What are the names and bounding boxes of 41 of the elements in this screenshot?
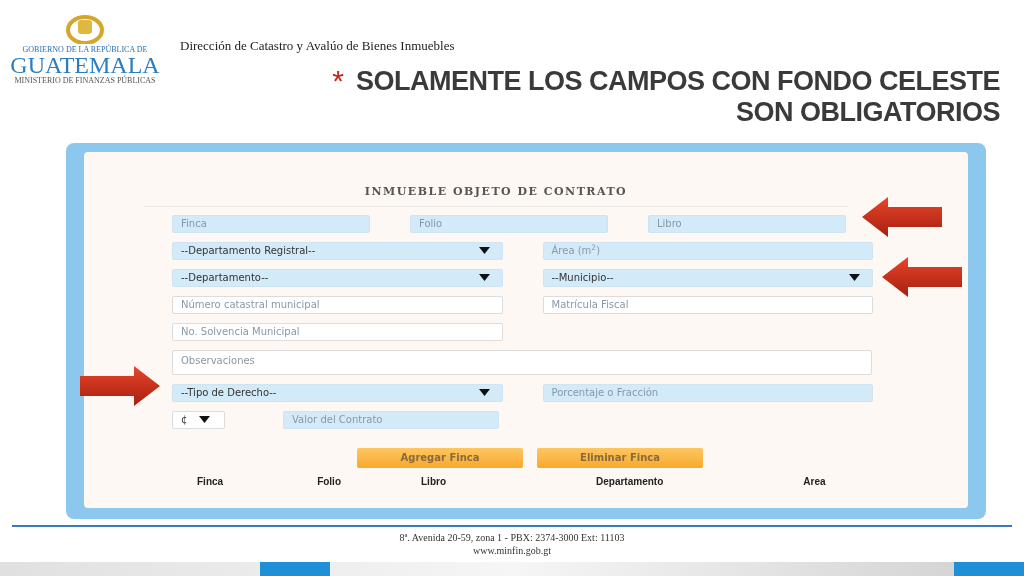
footer-website: www.minfin.gob.gt xyxy=(473,544,551,557)
dropdown-caret-icon xyxy=(199,416,211,423)
table-column-header: Finca xyxy=(197,475,224,487)
logo-top-line: GOBIERNO DE LA REPÚBLICA DE xyxy=(22,45,148,54)
action-button[interactable]: Agregar Finca xyxy=(357,447,523,468)
dropdown-field[interactable]: --Tipo de Derecho-- xyxy=(172,383,503,402)
input-field[interactable]: Folio xyxy=(410,214,608,233)
dropdown-field[interactable]: --Departamento-- xyxy=(172,268,503,287)
notice-text: SOLAMENTE LOS CAMPOS CON FONDO CELESTE xyxy=(355,65,1000,97)
left-arrow-icon xyxy=(882,257,962,297)
dropdown-caret-icon xyxy=(478,389,490,396)
form-title: INMUEBLE OBJETO DE CONTRATO xyxy=(364,184,628,200)
input-field[interactable]: Número catastral municipal xyxy=(172,295,503,314)
logo-bottom-line: MINISTERIO DE FINANZAS PÚBLICAS xyxy=(14,76,156,85)
input-field[interactable]: Valor del Contrato xyxy=(283,410,499,429)
input-field[interactable]: Porcentaje o Fracción xyxy=(542,383,873,402)
table-column-header: Libro xyxy=(421,475,446,487)
currency-dropdown[interactable]: ¢ xyxy=(172,410,225,429)
asterisk-mark: * xyxy=(332,65,344,99)
dropdown-field[interactable]: --Municipio-- xyxy=(542,268,873,287)
dropdown-field[interactable]: --Departamento Registral-- xyxy=(172,241,503,260)
footer-address: 8ª. Avenida 20-59, zona 1 - PBX: 2374-3000 Ext: 11103 xyxy=(399,531,625,544)
table-column-header: Area xyxy=(803,475,826,487)
logo-name: GUATEMALA xyxy=(10,54,160,76)
right-arrow-icon xyxy=(80,366,160,406)
input-field[interactable]: Finca xyxy=(172,214,370,233)
input-field[interactable]: Matrícula Fiscal xyxy=(542,295,873,314)
dropdown-caret-icon xyxy=(478,274,490,281)
emblem-icon xyxy=(65,14,105,44)
input-field[interactable]: No. Solvencia Municipal xyxy=(172,322,503,341)
table-column-header: Departamento xyxy=(596,475,664,487)
department-name: Dirección de Catastro y Avalúo de Bienes Inmuebles xyxy=(179,37,456,55)
input-field[interactable]: Libro xyxy=(648,214,846,233)
action-button[interactable]: Eliminar Finca xyxy=(537,447,703,468)
input-field[interactable]: Área (m$^{2}$) xyxy=(542,241,873,260)
table-column-header: Folio xyxy=(317,475,341,487)
notice-text: SON OBLIGATORIOS xyxy=(735,96,1000,128)
dropdown-caret-icon xyxy=(478,247,490,254)
textarea-field[interactable]: Observaciones xyxy=(172,349,872,375)
dropdown-caret-icon xyxy=(849,274,860,281)
left-arrow-icon xyxy=(862,197,942,237)
